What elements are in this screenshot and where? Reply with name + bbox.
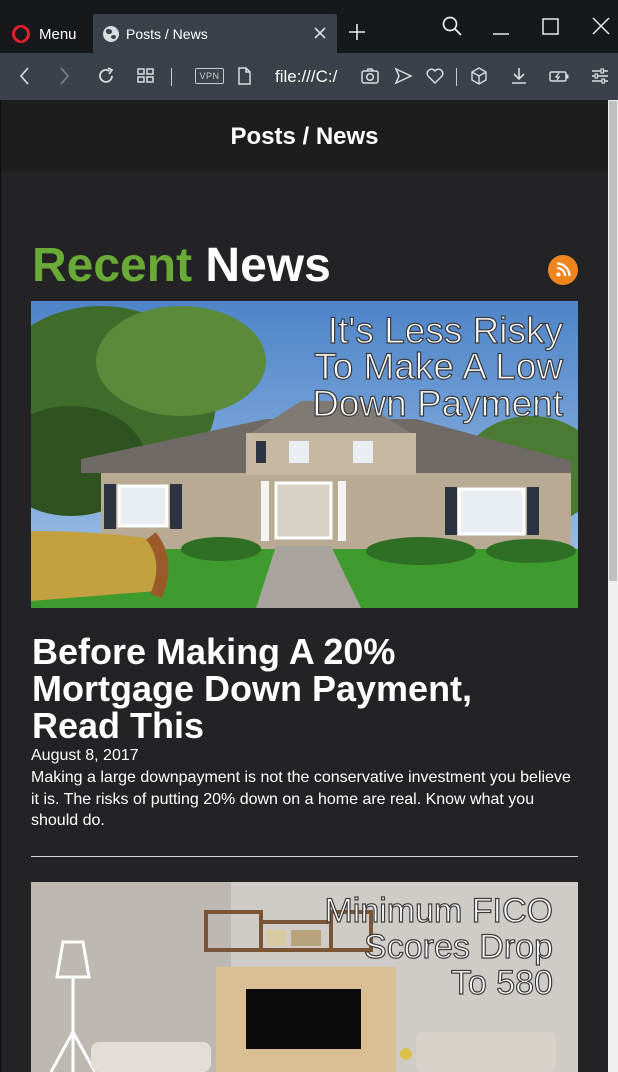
heart-icon[interactable] <box>424 65 446 87</box>
settings-sliders-icon[interactable] <box>589 65 611 87</box>
page-title: Posts / News <box>230 123 379 150</box>
browser-toolbar: VPN file:///C:/ <box>0 53 618 100</box>
tabs-grid-icon[interactable] <box>135 65 157 87</box>
file-icon[interactable] <box>233 65 255 87</box>
post-image[interactable]: Minimum FICO Scores Drop To 580 <box>31 882 578 1072</box>
page-viewport: Posts / News Recent News It's Less Risky… <box>1 100 608 1072</box>
tab-posts-news[interactable]: Posts / News <box>93 14 337 53</box>
opera-menu-button[interactable]: Menu <box>0 14 92 54</box>
camera-icon[interactable] <box>359 65 381 87</box>
cube-icon[interactable] <box>468 65 490 87</box>
section-title: Recent News <box>32 240 331 292</box>
scrollbar-thumb[interactable] <box>609 101 617 581</box>
post-image-caption-line: It's Less Risky <box>328 310 564 351</box>
menu-label: Menu <box>39 25 77 43</box>
post-image-caption-line: To 580 <box>451 964 553 1002</box>
send-icon[interactable] <box>392 65 414 87</box>
close-window-icon[interactable] <box>588 14 614 40</box>
tab-title: Posts / News <box>126 25 208 42</box>
opera-logo-icon <box>12 25 30 43</box>
vpn-badge[interactable]: VPN <box>195 68 224 84</box>
post-image-caption-line: To Make A Low <box>314 346 563 387</box>
post-divider <box>31 856 578 857</box>
post-image-caption-line: Down Payment <box>312 383 564 424</box>
post-title[interactable]: Before Making A 20% Mortgage Down Paymen… <box>32 633 552 744</box>
forward-icon[interactable] <box>53 65 75 87</box>
section-title-recent: Recent <box>32 239 193 292</box>
search-icon[interactable] <box>439 14 465 40</box>
minimize-icon[interactable] <box>488 14 514 40</box>
download-icon[interactable] <box>508 65 530 87</box>
post-excerpt: Making a large downpayment is not the co… <box>31 769 571 829</box>
page-header: Posts / News <box>1 100 608 171</box>
reload-icon[interactable] <box>95 65 117 87</box>
battery-icon[interactable] <box>548 65 570 87</box>
post-image[interactable]: It's Less Risky To Make A Low Down Payme… <box>31 301 578 608</box>
plus-icon[interactable] <box>347 22 367 42</box>
toolbar-separator <box>171 68 172 86</box>
section-title-news: News <box>205 239 331 292</box>
toolbar-separator <box>456 68 457 86</box>
post-image-caption-line: Scores Drop <box>364 928 553 966</box>
close-icon[interactable] <box>311 24 329 42</box>
globe-icon <box>103 25 119 42</box>
tab-bar: Menu Posts / News <box>0 0 618 53</box>
maximize-icon[interactable] <box>538 14 564 40</box>
address-bar[interactable]: file:///C:/ <box>275 67 337 87</box>
rss-icon[interactable] <box>548 255 578 285</box>
back-icon[interactable] <box>14 65 36 87</box>
post-image-caption-line: Minimum FICO <box>324 892 553 930</box>
post-date: August 8, 2017 <box>31 747 139 764</box>
